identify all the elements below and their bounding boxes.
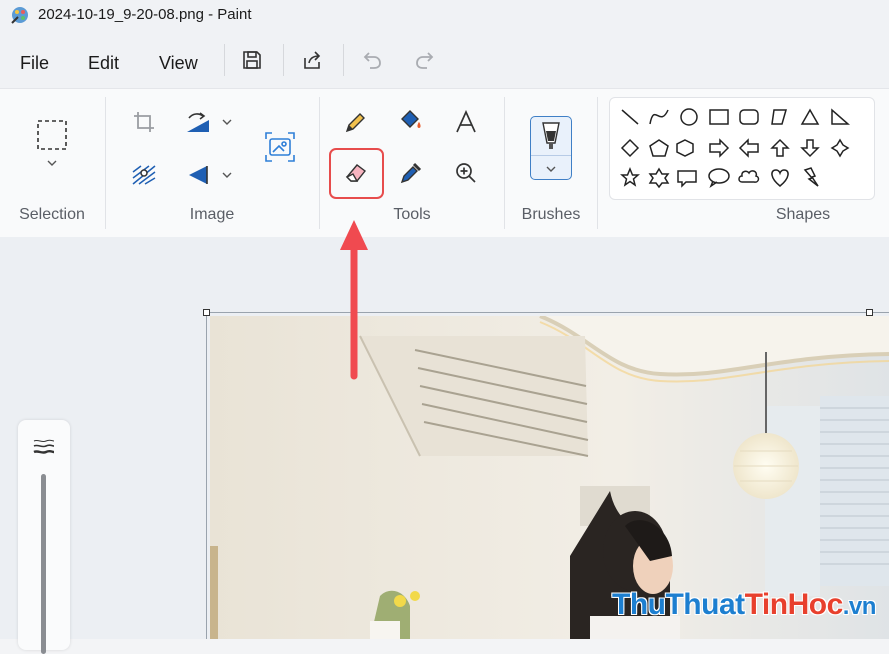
oval-shape-icon[interactable] <box>680 108 698 126</box>
image-background-button[interactable] <box>124 155 164 195</box>
menu-edit[interactable]: Edit <box>88 53 119 74</box>
save-button[interactable] <box>238 46 266 74</box>
group-label-selection: Selection <box>19 206 85 223</box>
watermark-part1: ThuThuat <box>612 588 745 621</box>
crop-button[interactable] <box>124 102 164 142</box>
resize-dropdown[interactable] <box>216 102 238 142</box>
menu-bar: File Edit View <box>0 30 889 88</box>
share-icon <box>304 51 321 69</box>
resize-handle[interactable] <box>203 309 210 316</box>
separator <box>224 44 225 76</box>
up-arrow-shape-icon[interactable] <box>770 138 790 157</box>
group-separator <box>597 97 598 229</box>
group-label-brushes: Brushes <box>521 206 581 223</box>
stroke-size-icon <box>33 439 55 454</box>
brush-size-panel <box>18 420 70 654</box>
size-slider[interactable] <box>41 474 46 654</box>
triangle-shape-icon[interactable] <box>800 108 820 125</box>
polygon-shape-icon[interactable] <box>771 109 787 125</box>
group-label-tools: Tools <box>393 206 431 223</box>
undo-icon <box>363 52 381 69</box>
cloud-callout-shape-icon[interactable] <box>738 170 760 183</box>
lightning-shape-icon[interactable] <box>803 167 819 187</box>
separator <box>343 44 344 76</box>
group-label-shapes: Shapes <box>775 206 831 223</box>
chevron-down-icon <box>222 119 232 125</box>
down-arrow-shape-icon[interactable] <box>800 139 820 158</box>
magnifier-button[interactable] <box>446 153 486 193</box>
selection-dropdown[interactable] <box>32 151 72 175</box>
paint-app-icon <box>11 7 28 24</box>
redo-button[interactable] <box>411 46 439 74</box>
rounded-callout-shape-icon[interactable] <box>677 170 697 188</box>
group-label-image: Image <box>189 206 235 223</box>
watermark-part2: TinHoc <box>744 588 844 621</box>
remove-background-icon <box>132 165 156 185</box>
image-generator-button[interactable] <box>260 127 300 167</box>
text-icon <box>456 110 476 133</box>
resize-handle[interactable] <box>866 309 873 316</box>
chevron-down-icon <box>222 172 232 178</box>
heart-shape-icon[interactable] <box>771 169 789 187</box>
redo-icon <box>416 52 434 69</box>
right-triangle-shape-icon[interactable] <box>831 108 850 125</box>
image-expand-icon <box>265 132 295 162</box>
separator <box>531 155 571 156</box>
window-title: 2024-10-19_9-20-08.png - Paint <box>38 6 252 23</box>
chevron-down-icon <box>47 160 57 166</box>
rotate-button[interactable] <box>178 155 218 195</box>
text-button[interactable] <box>446 102 486 142</box>
right-arrow-shape-icon[interactable] <box>709 138 730 158</box>
color-picker-button[interactable] <box>391 153 431 193</box>
eyedropper-icon <box>400 162 422 184</box>
pencil-icon <box>345 113 365 133</box>
group-separator <box>504 97 505 229</box>
paint-bucket-icon <box>401 110 421 128</box>
pentagon-shape-icon[interactable] <box>649 139 669 157</box>
oval-callout-shape-icon[interactable] <box>708 168 730 188</box>
brush-selector[interactable] <box>530 116 572 180</box>
hexagon-shape-icon[interactable] <box>676 139 694 157</box>
undo-button[interactable] <box>358 46 386 74</box>
group-separator <box>105 97 106 229</box>
title-bar: 2024-10-19_9-20-08.png - Paint <box>0 0 889 30</box>
group-separator <box>319 97 320 229</box>
rectangle-select-icon <box>37 120 67 150</box>
rotate-flip-icon <box>189 166 208 184</box>
crop-icon <box>134 112 154 132</box>
save-icon <box>243 51 261 69</box>
canvas-border <box>206 312 889 313</box>
zoom-icon <box>456 163 476 183</box>
watermark-part3: .vn <box>842 593 877 620</box>
menu-file[interactable]: File <box>20 53 49 74</box>
annotation-arrow <box>340 220 368 380</box>
eraser-highlight <box>329 148 384 199</box>
four-point-star-shape-icon[interactable] <box>830 138 850 158</box>
menu-view[interactable]: View <box>159 53 198 74</box>
rotate-dropdown[interactable] <box>216 155 238 195</box>
selection-tool-button[interactable] <box>32 115 72 155</box>
canvas-border <box>206 312 207 639</box>
diamond-shape-icon[interactable] <box>620 138 640 158</box>
line-shape-icon[interactable] <box>621 109 639 125</box>
rounded-rectangle-shape-icon[interactable] <box>739 109 759 125</box>
curve-shape-icon[interactable] <box>649 109 669 125</box>
share-button[interactable] <box>298 46 326 74</box>
six-point-star-shape-icon[interactable] <box>648 167 670 189</box>
resize-icon <box>187 112 209 132</box>
five-point-star-shape-icon[interactable] <box>620 167 640 187</box>
watermark: ThuThuatTinHoc.vn <box>612 588 876 622</box>
left-arrow-shape-icon[interactable] <box>738 138 759 158</box>
rectangle-shape-icon[interactable] <box>709 109 729 125</box>
shapes-gallery <box>609 97 875 200</box>
resize-button[interactable] <box>178 102 218 142</box>
separator <box>283 44 284 76</box>
pencil-button[interactable] <box>336 102 376 142</box>
fill-button[interactable] <box>391 102 431 142</box>
chevron-down-icon <box>546 166 556 172</box>
brush-icon <box>542 122 560 149</box>
shapes-grid <box>620 108 850 189</box>
